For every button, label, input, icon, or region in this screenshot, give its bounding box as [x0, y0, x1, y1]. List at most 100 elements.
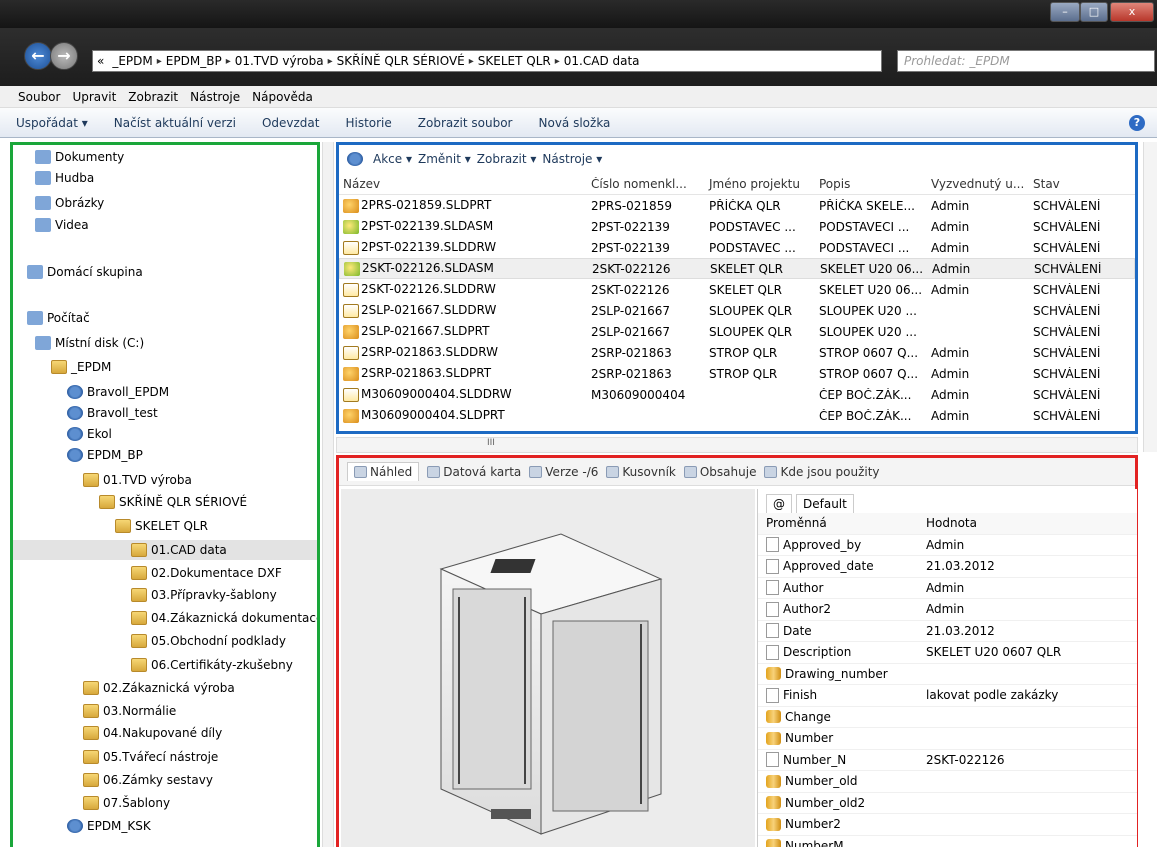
file-row[interactable]: 2SRP-021863.SLDPRT 2SRP-021863 STROP QLR ST…	[339, 363, 1135, 384]
file-row[interactable]: 2PST-022139.SLDDRW 2PST-022139 PODSTAVEC .…	[339, 237, 1135, 258]
menu-item[interactable]: Zobrazit	[128, 90, 178, 104]
nav-item[interactable]: 01.TVD výroba	[83, 470, 192, 490]
nav-item[interactable]: Bravoll_EPDM	[67, 382, 169, 402]
column-header-5[interactable]: Stav	[1029, 177, 1129, 191]
property-row[interactable]: Number_old	[758, 771, 1137, 793]
file-row[interactable]: M30609000404.SLDPRT ČEP BOČ.ZÁK... Admin SC…	[339, 405, 1135, 426]
at-tab[interactable]: @	[766, 494, 792, 513]
horizontal-scrollbar[interactable]: III	[336, 437, 1138, 453]
nav-item[interactable]: 02.Dokumentace DXF	[131, 563, 282, 583]
breadcrumb-segment[interactable]: 01.TVD výroba	[231, 54, 328, 68]
property-row[interactable]: NumberM	[758, 836, 1137, 847]
property-row[interactable]: Drawing_number	[758, 664, 1137, 685]
nav-item[interactable]: Místní disk (C:)	[35, 333, 144, 353]
preview-tab[interactable]: Obsahuje	[683, 465, 756, 479]
nav-item[interactable]: Dokumenty	[35, 147, 124, 167]
property-row[interactable]: Number_N 2SKT-022126	[758, 750, 1137, 771]
column-header-3[interactable]: Popis	[815, 177, 927, 191]
property-value[interactable]: Admin	[922, 538, 1090, 552]
property-row[interactable]: Number2	[758, 814, 1137, 836]
close-button[interactable]: x	[1110, 2, 1154, 22]
breadcrumb-segment[interactable]: EPDM_BP	[162, 54, 226, 68]
file-row[interactable]: 2SKT-022126.SLDASM 2SKT-022126 SKELET QLR S…	[339, 258, 1135, 279]
nav-item[interactable]: 02.Zákaznická výroba	[83, 678, 235, 698]
file-row[interactable]: 2SLP-021667.SLDDRW 2SLP-021667 SLOUPEK QLR…	[339, 300, 1135, 321]
back-button[interactable]: ←	[24, 42, 52, 70]
nav-item[interactable]: 06.Zámky sestavy	[83, 770, 213, 790]
nav-item[interactable]: 03.Normálie	[83, 701, 176, 721]
nav-item[interactable]: EPDM_BP	[67, 445, 143, 465]
menu-item[interactable]: Nápověda	[252, 90, 313, 104]
pdm-menu[interactable]: Nástroje ▾	[542, 152, 602, 166]
maximize-button[interactable]: □	[1080, 2, 1108, 22]
value-column[interactable]: Hodnota	[922, 516, 1090, 530]
preview-tab[interactable]: Náhled	[347, 462, 420, 481]
property-row[interactable]: Number_old2	[758, 793, 1137, 814]
column-header-0[interactable]: Název	[339, 177, 587, 191]
property-value[interactable]: SKELET U20 0607 QLR	[922, 645, 1090, 659]
property-value[interactable]: 2SKT-022126	[922, 753, 1090, 767]
breadcrumb-segment[interactable]: SKŘÍNĚ QLR SÉRIOVÉ	[333, 54, 469, 68]
help-icon[interactable]: ?	[1129, 115, 1145, 131]
property-row[interactable]: Change	[758, 707, 1137, 728]
nav-item[interactable]: 03.Přípravky-šablony	[131, 585, 277, 605]
minimize-button[interactable]: –	[1050, 2, 1080, 22]
nav-item[interactable]: Obrázky	[35, 193, 104, 213]
nav-item[interactable]: Hudba	[35, 168, 94, 188]
command-button[interactable]: Uspořádat ▾	[16, 116, 88, 130]
menu-item[interactable]: Nástroje	[190, 90, 240, 104]
menu-item[interactable]: Upravit	[72, 90, 116, 104]
nav-item[interactable]: 07.Šablony	[83, 793, 170, 813]
default-config-tab[interactable]: Default	[796, 494, 854, 513]
property-row[interactable]: Approved_date 21.03.2012	[758, 556, 1137, 578]
preview-tab[interactable]: Kde jsou použity	[764, 465, 880, 479]
file-row[interactable]: 2SRP-021863.SLDDRW 2SRP-021863 STROP QLR ST…	[339, 342, 1135, 363]
nav-item[interactable]: Domácí skupina	[27, 262, 143, 282]
property-row[interactable]: Finish lakovat podle zakázky	[758, 685, 1137, 707]
nav-item[interactable]: 05.Obchodní podklady	[131, 631, 286, 651]
nav-item[interactable]: Počítač	[27, 308, 90, 328]
nav-item[interactable]: 01.CAD data	[13, 540, 317, 560]
nav-item[interactable]: SKELET QLR	[115, 516, 208, 536]
nav-item[interactable]: EPDM_KSK	[67, 816, 151, 836]
property-row[interactable]: Author Admin	[758, 578, 1137, 599]
preview-tab[interactable]: Datová karta	[427, 465, 521, 479]
file-row[interactable]: M30609000404.SLDDRW M30609000404 ČEP BOČ.Z…	[339, 384, 1135, 405]
file-row[interactable]: 2PRS-021859.SLDPRT 2PRS-021859 PŘÍČKA QLR P…	[339, 195, 1135, 216]
property-row[interactable]: Approved_by Admin	[758, 535, 1137, 556]
pdm-menu[interactable]: Změnit ▾	[418, 152, 471, 166]
pdm-menu[interactable]: Zobrazit ▾	[477, 152, 537, 166]
breadcrumb-segment[interactable]: SKELET QLR	[474, 54, 555, 68]
address-bar[interactable]: «_EPDM ▸ EPDM_BP ▸ 01.TVD výroba ▸ SKŘÍNĚ QLR …	[92, 50, 882, 72]
property-value[interactable]: 21.03.2012	[922, 559, 1090, 573]
file-row[interactable]: 2PST-022139.SLDASM 2PST-022139 PODSTAVEC .…	[339, 216, 1135, 237]
column-header-1[interactable]: Číslo nomenkl...	[587, 177, 705, 191]
command-button[interactable]: Historie	[345, 116, 391, 130]
nav-item[interactable]: Ekol	[67, 424, 112, 444]
property-value[interactable]: Admin	[922, 602, 1090, 616]
forward-button[interactable]: →	[50, 42, 78, 70]
pdm-menu[interactable]: Akce ▾	[373, 152, 412, 166]
variable-column[interactable]: Proměnná	[758, 516, 922, 530]
search-input[interactable]: Prohledat: _EPDM	[897, 50, 1155, 72]
menu-item[interactable]: Soubor	[18, 90, 60, 104]
nav-item[interactable]: Videa	[35, 215, 89, 235]
nav-item[interactable]: _EPDM	[51, 357, 111, 377]
file-row[interactable]: 2SKT-022126.SLDDRW 2SKT-022126 SKELET QLR S…	[339, 279, 1135, 300]
command-button[interactable]: Zobrazit soubor	[418, 116, 513, 130]
nav-item[interactable]: 04.Zákaznická dokumentace	[131, 608, 317, 628]
command-button[interactable]: Nová složka	[539, 116, 611, 130]
property-value[interactable]: Admin	[922, 581, 1090, 595]
property-row[interactable]: Date 21.03.2012	[758, 621, 1137, 642]
pdm-refresh-icon[interactable]	[347, 152, 363, 166]
preview-tab[interactable]: Kusovník	[606, 465, 676, 479]
command-button[interactable]: Načíst aktuální verzi	[114, 116, 236, 130]
property-row[interactable]: Number	[758, 728, 1137, 750]
nav-item[interactable]: 04.Nakupované díly	[83, 723, 222, 743]
nav-item[interactable]: 06.Certifikáty-zkušebny	[131, 655, 293, 675]
nav-item[interactable]: Bravoll_test	[67, 403, 158, 423]
column-header-4[interactable]: Vyzvednutý u...	[927, 177, 1029, 191]
nav-item[interactable]: 05.Tvářecí nástroje	[83, 747, 218, 767]
file-row[interactable]: 2SLP-021667.SLDPRT 2SLP-021667 SLOUPEK QLR…	[339, 321, 1135, 342]
breadcrumb-segment[interactable]: 01.CAD data	[560, 54, 644, 68]
